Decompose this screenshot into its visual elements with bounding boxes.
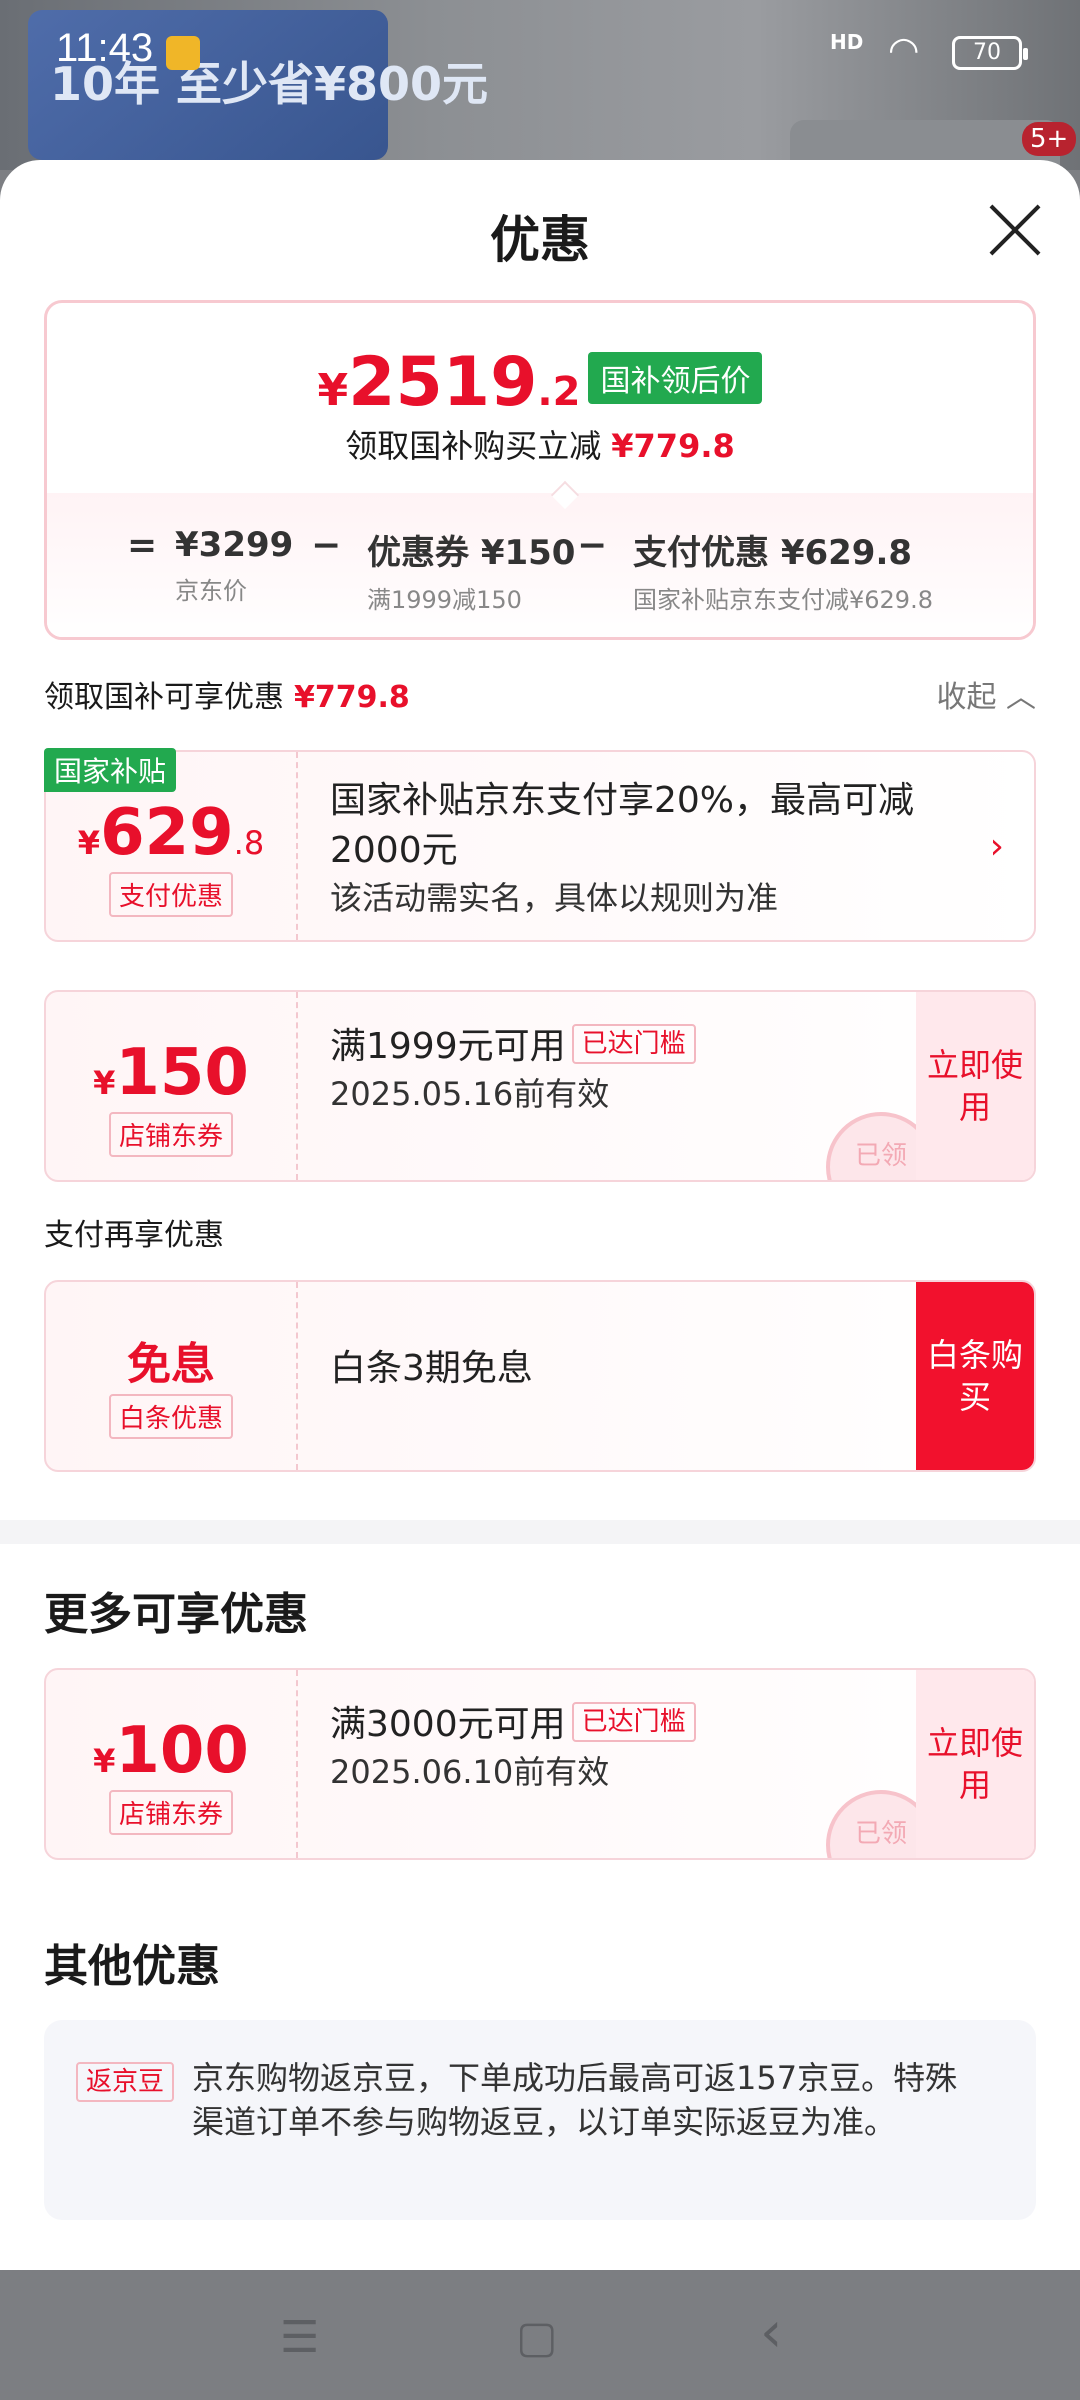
breakdown-main: 支付优惠 ¥629.8 <box>633 533 913 573</box>
price-tag: 国补领后价 <box>588 352 763 404</box>
jingdou-text: 京东购物返京豆，下单成功后最高可返157京豆。特殊渠道订单不参与购物返豆，以订单… <box>192 2059 958 2141</box>
threshold-chip: 已达门槛 <box>571 1024 696 1064</box>
price-integer: 2519 <box>348 343 538 422</box>
coupon-details: 满1999元可用 已达门槛 2025.05.16前有效 <box>330 1022 894 1116</box>
coupon-title: 满3000元可用 <box>330 1704 566 1745</box>
coupon-expiry: 2025.05.16前有效 <box>330 1075 610 1113</box>
coupon-amount: ¥150 <box>46 1036 296 1110</box>
baitiao-type-label: 白条优惠 <box>108 1394 233 1439</box>
wifi-icon: ◠ <box>888 30 920 71</box>
notification-icon <box>166 36 200 70</box>
section-subsidy-header: 领取国补可享优惠 ¥779.8 <box>44 672 410 716</box>
chevron-up-icon: ︿ <box>1006 680 1036 715</box>
baitiao-left: 免息 白条优惠 <box>46 1282 298 1470</box>
payment-offer-card[interactable]: ¥629.8 支付优惠 国家补贴京东支付享20%，最高可减2000元 该活动需实… <box>44 750 1036 942</box>
price-currency: ¥ <box>317 365 349 416</box>
cart-count-badge: 5+ <box>1022 122 1077 156</box>
more-offers-title: 更多可享优惠 <box>44 1589 308 1640</box>
offer-amount: ¥629.8 <box>46 796 296 870</box>
back-icon[interactable]: ‹ <box>760 2300 782 2365</box>
subsidy-flag: 国家补贴 <box>44 748 177 792</box>
system-nav-bar: ☰ ▢ ‹ <box>0 2270 1080 2400</box>
status-bar: 11:43 HD ◠ 70 <box>0 0 1080 110</box>
coupon-expiry: 2025.06.10前有效 <box>330 1753 610 1791</box>
battery-icon: 70 <box>952 36 1028 70</box>
coupon-condition: 满3000元可用 已达门槛 <box>330 1700 894 1750</box>
coupon-title: 满1999元可用 <box>330 1026 566 1067</box>
equals-sign: = <box>127 525 158 566</box>
amount-currency: ¥ <box>93 1064 116 1102</box>
menu-icon[interactable]: ☰ <box>280 2312 319 2363</box>
coupon-card: ¥150 店铺东券 满1999元可用 已达门槛 2025.05.16前有效 已领 … <box>44 990 1036 1182</box>
other-offers-title: 其他优惠 <box>44 1941 220 1992</box>
breakdown-note: 国家补贴京东支付减¥629.8 <box>633 586 933 614</box>
amount-decimal: .8 <box>233 824 265 862</box>
collapse-button[interactable]: 收起 ︿ <box>936 672 1036 716</box>
coupon-left: ¥100 店铺东券 <box>46 1670 298 1858</box>
breakdown-item: 支付优惠 ¥629.8 国家补贴京东支付减¥629.8 <box>633 525 933 615</box>
price-summary: ¥2519.2 国补领后价 领取国补购买立减 ¥779.8 = ¥3299 京东价 … <box>44 300 1036 640</box>
coupon-left: ¥150 店铺东券 <box>46 992 298 1180</box>
section-label: 领取国补可享优惠 <box>44 680 284 715</box>
breakdown-note: 满1999减150 <box>367 586 522 614</box>
coupon-card: ¥100 店铺东券 满3000元可用 已达门槛 2025.06.10前有效 已领 … <box>44 1668 1036 1860</box>
offer-title: 国家补贴京东支付享20%，最高可减2000元 <box>330 780 915 871</box>
breakdown-main: ¥3299 <box>175 525 294 565</box>
home-icon[interactable]: ▢ <box>516 2312 558 2363</box>
reduce-amount: ¥779.8 <box>611 427 735 465</box>
use-now-button[interactable]: 立即使用 <box>916 992 1034 1180</box>
price-decimal: .2 <box>537 369 581 415</box>
threshold-chip: 已达门槛 <box>571 1702 696 1742</box>
final-price: ¥2519.2 国补领后价 <box>47 343 1033 422</box>
amount-integer: 629 <box>100 796 234 870</box>
amount-currency: ¥ <box>77 824 101 862</box>
section-amount: ¥779.8 <box>294 680 410 715</box>
coupon-type-label: 店铺东券 <box>108 1790 233 1835</box>
baitiao-card: 免息 白条优惠 白条3期免息 白条购买 <box>44 1280 1036 1472</box>
baitiao-amount: 免息 <box>127 1339 215 1390</box>
jingdou-badge: 返京豆 <box>76 2062 175 2102</box>
baitiao-details: 白条3期免息 <box>330 1344 894 1394</box>
section-divider <box>0 1520 1080 1544</box>
section-payment-header: 支付再享优惠 <box>44 1218 224 1253</box>
use-now-button[interactable]: 立即使用 <box>916 1670 1034 1858</box>
jingdou-offer: 返京豆 京东购物返京豆，下单成功后最高可返157京豆。特殊渠道订单不参与购物返豆… <box>44 2020 1036 2220</box>
offers-sheet: 优惠 ¥2519.2 国补领后价 领取国补购买立减 ¥779.8 = ¥3299 京… <box>0 160 1080 2270</box>
offer-desc: 该活动需实名，具体以规则为准 <box>330 879 779 917</box>
minus-sign: − <box>311 525 342 566</box>
coupon-condition: 满1999元可用 已达门槛 <box>330 1022 894 1072</box>
coupon-type-label: 店铺东券 <box>108 1112 233 1157</box>
amount-integer: 150 <box>115 1036 249 1110</box>
breakdown-item: 优惠券 ¥150 满1999减150 <box>367 525 575 615</box>
minus-sign: − <box>577 525 608 566</box>
coupon-amount: ¥100 <box>46 1714 296 1788</box>
baitiao-title: 白条3期免息 <box>330 1348 533 1389</box>
breakdown-note: 京东价 <box>175 577 247 605</box>
amount-currency: ¥ <box>93 1742 116 1780</box>
breakdown-item: ¥3299 京东价 <box>175 525 293 606</box>
reduce-label: 领取国补购买立减 <box>345 427 602 465</box>
coupon-details: 满3000元可用 已达门槛 2025.06.10前有效 <box>330 1700 894 1794</box>
offer-type-label: 支付优惠 <box>108 872 233 917</box>
amount-integer: 100 <box>115 1714 249 1788</box>
offer-details: 国家补贴京东支付享20%，最高可减2000元 该活动需实名，具体以规则为准 <box>330 776 954 920</box>
breakdown-main: 优惠券 ¥150 <box>367 533 576 573</box>
signal-icon: HD <box>830 30 864 54</box>
collapse-label: 收起 <box>936 680 997 715</box>
close-icon[interactable] <box>985 200 1045 260</box>
reduce-line: 领取国补购买立减 ¥779.8 <box>47 421 1033 467</box>
sheet-title: 优惠 <box>490 211 590 269</box>
chevron-right-icon: › <box>989 826 1004 867</box>
baitiao-buy-button[interactable]: 白条购买 <box>916 1282 1034 1470</box>
clock: 11:43 <box>56 26 154 70</box>
